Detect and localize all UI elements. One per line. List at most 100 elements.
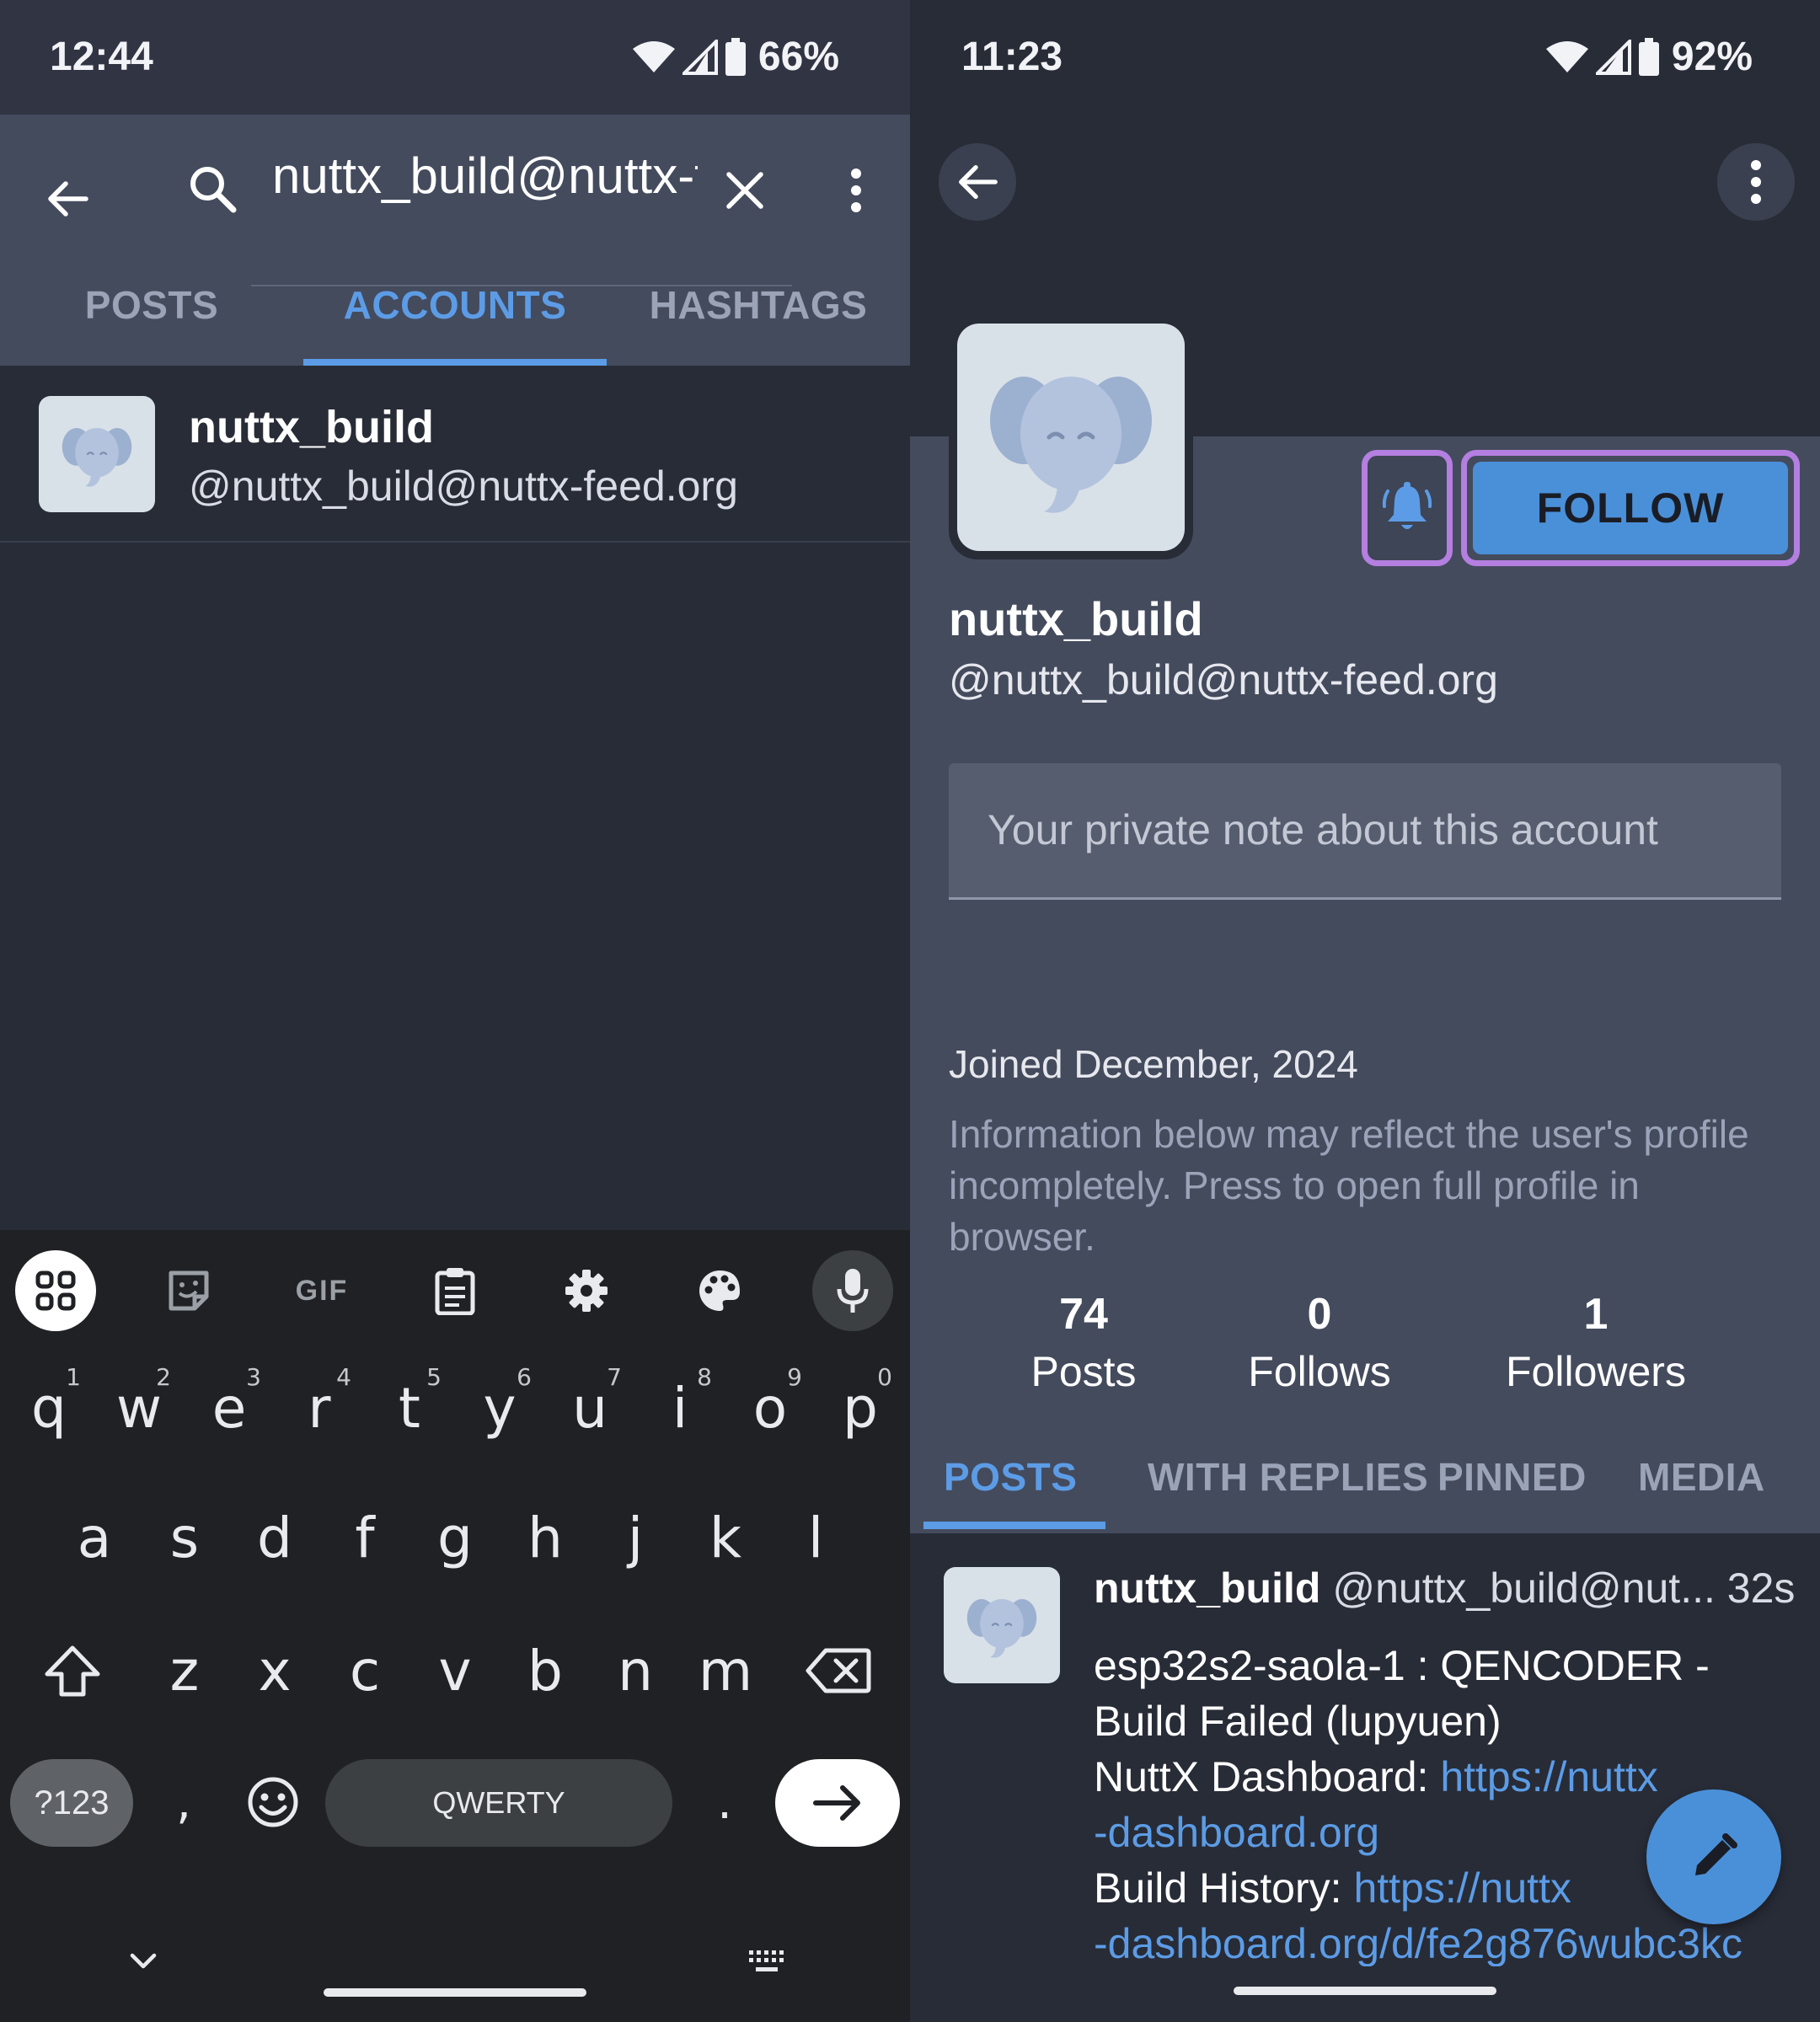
tab-accounts[interactable]: ACCOUNTS	[303, 244, 607, 366]
arrow-right-icon	[812, 1784, 863, 1821]
tab-pinned[interactable]: PINNED	[1437, 1454, 1587, 1500]
key-s[interactable]: s	[142, 1474, 227, 1601]
key-b[interactable]: b	[503, 1607, 587, 1734]
sticker-icon[interactable]	[148, 1250, 229, 1331]
battery-icon	[725, 37, 747, 77]
cellular-signal-icon	[682, 39, 718, 75]
keyboard-switch-icon[interactable]	[741, 1936, 792, 1987]
hide-keyboard-chevron-icon[interactable]	[118, 1936, 169, 1987]
key-y[interactable]: y6	[458, 1345, 542, 1471]
backspace-icon[interactable]	[792, 1607, 885, 1734]
post-line: esp32s2-saola-1 : QENCODER -	[1094, 1642, 1710, 1689]
stat-posts-label: Posts	[1030, 1348, 1137, 1395]
key-a[interactable]: a	[52, 1474, 136, 1601]
emoji-icon[interactable]	[231, 1739, 315, 1865]
apps-grid-icon[interactable]	[15, 1250, 96, 1331]
profile-avatar[interactable]	[949, 315, 1193, 559]
soft-keyboard: GIF q1 w2 e3 r4 t5 y6 u7 i8 o9 p0 a s d …	[0, 1230, 910, 2022]
status-time: 12:44	[50, 35, 153, 79]
tab-posts[interactable]: POSTS	[944, 1454, 1077, 1500]
account-name: nuttx_build	[189, 402, 434, 452]
overflow-menu-icon[interactable]	[1717, 143, 1795, 221]
post-author-name: nuttx_build	[1094, 1565, 1321, 1612]
search-icon	[179, 155, 246, 222]
stat-followers[interactable]: 1 Followers	[1488, 1287, 1704, 1402]
avatar	[39, 396, 155, 512]
gesture-nav-handle[interactable]	[1234, 1987, 1496, 1995]
post-author-handle: @nuttx_build@nut...	[1332, 1565, 1716, 1612]
tab-with-replies[interactable]: WITH REPLIES	[1148, 1454, 1428, 1500]
post-author-avatar[interactable]	[944, 1567, 1060, 1683]
key-r[interactable]: r4	[277, 1345, 361, 1471]
default-elephant-avatar-icon	[990, 377, 1152, 513]
comma-key[interactable]: ,	[142, 1739, 226, 1865]
tab-posts[interactable]: POSTS	[0, 244, 303, 366]
back-arrow-icon[interactable]	[939, 143, 1016, 221]
key-m[interactable]: m	[683, 1607, 768, 1734]
key-k[interactable]: k	[683, 1474, 768, 1601]
account-result-row[interactable]: nuttx_build @nuttx_build@nuttx-feed.org	[0, 366, 910, 543]
period-key[interactable]: .	[682, 1739, 767, 1865]
incomplete-profile-notice[interactable]: Information below may reflect the user's…	[949, 1109, 1791, 1263]
key-i[interactable]: i8	[638, 1345, 722, 1471]
private-note-field[interactable]: Your private note about this account	[949, 763, 1781, 900]
key-u[interactable]: u7	[548, 1345, 632, 1471]
pencil-icon	[1689, 1832, 1739, 1882]
battery-percent: 66%	[757, 35, 839, 79]
stat-follows[interactable]: 0 Follows	[1235, 1287, 1404, 1402]
key-c[interactable]: c	[323, 1607, 407, 1734]
default-elephant-avatar-icon	[966, 1599, 1037, 1658]
active-tab-indicator	[923, 1522, 1105, 1529]
key-e[interactable]: e3	[187, 1345, 271, 1471]
status-bar: 12:44 66%	[0, 0, 910, 115]
palette-icon[interactable]	[679, 1250, 760, 1331]
overflow-menu-icon[interactable]	[822, 157, 890, 224]
clipboard-icon[interactable]	[415, 1250, 495, 1331]
avatar	[957, 324, 1185, 551]
symbols-key[interactable]: ?123	[10, 1759, 133, 1847]
stat-posts[interactable]: 74 Posts	[1016, 1287, 1151, 1402]
gif-icon[interactable]: GIF	[281, 1250, 362, 1331]
profile-tabs: POSTS WITH REPLIES PINNED MEDIA	[923, 1437, 1820, 1533]
private-note-placeholder[interactable]: Your private note about this account	[988, 805, 1658, 854]
key-q[interactable]: q1	[7, 1345, 91, 1471]
post-line: Build Failed (lupyuen)	[1094, 1698, 1502, 1745]
notify-bell-button[interactable]	[1368, 456, 1447, 560]
dashboard-link[interactable]: https://nuttx	[1440, 1753, 1657, 1800]
key-j[interactable]: j	[593, 1474, 677, 1601]
key-l[interactable]: l	[774, 1474, 858, 1601]
settings-gear-icon[interactable]	[546, 1250, 627, 1331]
space-key[interactable]: QWERTY	[325, 1759, 672, 1847]
tab-hashtags[interactable]: HASHTAGS	[607, 244, 910, 366]
status-icons: 66%	[632, 34, 839, 80]
gesture-nav-handle[interactable]	[324, 1988, 586, 1997]
search-query[interactable]: nuttx_build@nuttx-feed.org	[272, 147, 698, 205]
clear-search-icon[interactable]	[711, 157, 779, 224]
key-x[interactable]: x	[233, 1607, 317, 1734]
history-link[interactable]: https://nuttx	[1353, 1864, 1571, 1912]
key-p[interactable]: p0	[818, 1345, 902, 1471]
compose-button[interactable]	[1646, 1789, 1781, 1924]
status-time: 11:23	[961, 35, 1063, 79]
search-tabs: POSTS ACCOUNTS HASHTAGS	[0, 244, 910, 366]
shift-icon[interactable]	[29, 1607, 116, 1734]
key-v[interactable]: v	[413, 1607, 497, 1734]
enter-key[interactable]	[775, 1759, 900, 1847]
microphone-icon[interactable]	[812, 1250, 893, 1331]
history-link[interactable]: -dashboard.org/d/fe2g876wubc3kc	[1094, 1916, 1801, 1966]
key-g[interactable]: g	[413, 1474, 497, 1601]
key-o[interactable]: o9	[728, 1345, 812, 1471]
tab-media[interactable]: MEDIA	[1638, 1454, 1765, 1500]
key-d[interactable]: d	[233, 1474, 317, 1601]
joined-date: Joined December, 2024	[949, 1042, 1358, 1086]
bell-icon	[1381, 481, 1433, 535]
key-h[interactable]: h	[503, 1474, 587, 1601]
key-f[interactable]: f	[323, 1474, 407, 1601]
key-z[interactable]: z	[142, 1607, 227, 1734]
key-t[interactable]: t5	[367, 1345, 452, 1471]
follow-button[interactable]: FOLLOW	[1473, 462, 1788, 554]
wifi-icon	[632, 40, 676, 74]
back-arrow-icon[interactable]	[34, 165, 101, 233]
key-w[interactable]: w2	[97, 1345, 181, 1471]
key-n[interactable]: n	[593, 1607, 677, 1734]
